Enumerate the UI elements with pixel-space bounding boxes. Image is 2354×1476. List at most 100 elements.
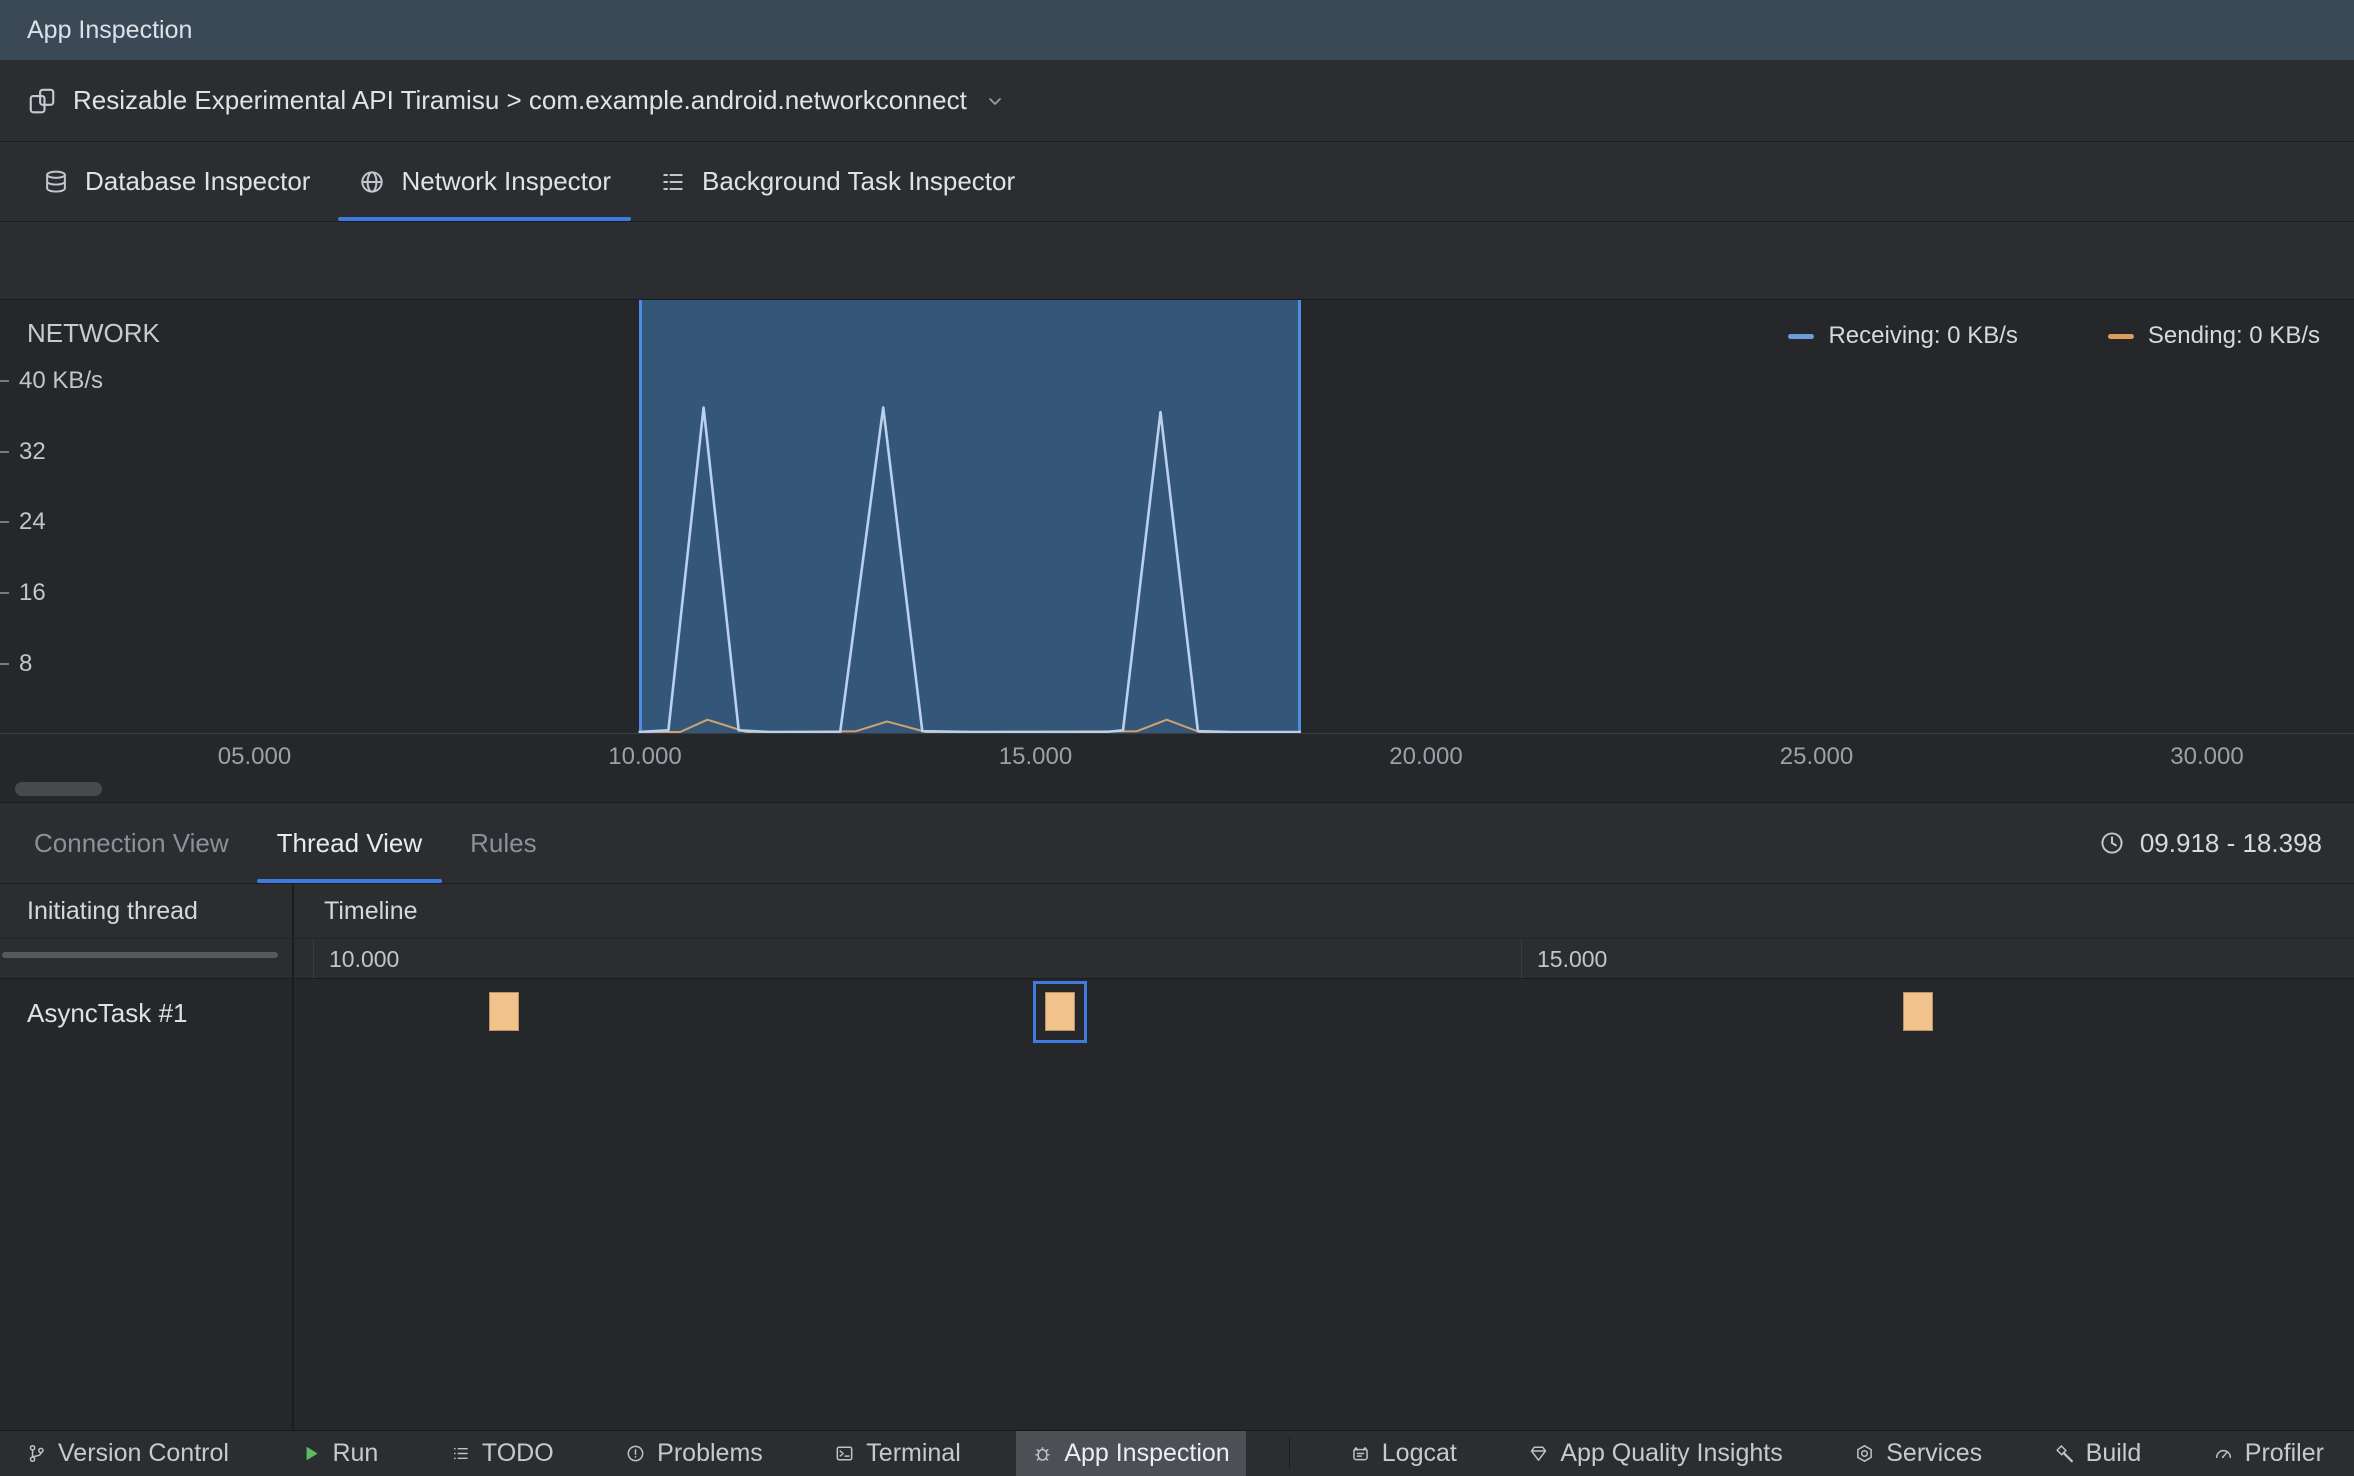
network-event-block[interactable] (489, 992, 520, 1031)
timeline-gridline (1521, 939, 1522, 978)
chart-horizontal-scrollbar[interactable] (15, 782, 102, 796)
statusbar-item-terminal[interactable]: Terminal (818, 1431, 976, 1476)
tab-database-inspector[interactable]: Database Inspector (18, 142, 334, 221)
tab-label: Background Task Inspector (702, 166, 1016, 196)
statusbar-item-label: Problems (657, 1439, 763, 1467)
y-axis-tick: 40 KB/s (0, 366, 103, 396)
tab-label: Database Inspector (85, 166, 311, 196)
statusbar-item-label: Terminal (866, 1439, 961, 1467)
tab-network-inspector[interactable]: Network Inspector (334, 142, 635, 221)
tab-label: Network Inspector (401, 166, 611, 196)
statusbar-item-label: TODO (481, 1439, 554, 1467)
branch-icon (26, 1443, 47, 1464)
toolbar-strip (0, 222, 2354, 300)
network-event-block[interactable] (1902, 992, 1933, 1031)
statusbar-item-todo[interactable]: TODO (434, 1431, 570, 1476)
time-range-label: 09.918 - 18.398 (2139, 827, 2322, 858)
tab-background-task-inspector[interactable]: Background Task Inspector (635, 142, 1039, 221)
device-process-label: Resizable Experimental API Tiramisu > co… (73, 85, 967, 115)
statusbar-item-services[interactable]: Services (1838, 1431, 1998, 1476)
todo-icon (450, 1443, 471, 1464)
chart-legend: Receiving: 0 KB/s Sending: 0 KB/s (1788, 322, 2320, 350)
device-icon (27, 86, 57, 116)
tab-thread-view[interactable]: Thread View (253, 803, 447, 883)
legend-label-receiving: Receiving: 0 KB/s (1828, 322, 2018, 349)
y-axis-tick: 16 (0, 578, 46, 608)
y-axis-tick: 24 (0, 507, 46, 537)
list-icon (659, 168, 687, 196)
chart-title: NETWORK (27, 318, 160, 348)
window-title: App Inspection (27, 15, 193, 44)
statusbar-item-version-control[interactable]: Version Control (10, 1431, 245, 1476)
x-axis-tick: 10.000 (608, 743, 682, 770)
statusbar-item-label: Build (2085, 1439, 2142, 1467)
x-axis-tick: 25.000 (1779, 743, 1854, 770)
thread-timeline-track (294, 979, 2354, 1430)
statusbar-item-logcat[interactable]: Logcat (1334, 1431, 1473, 1476)
legend-sending: Sending: 0 KB/s (2107, 322, 2320, 350)
status-bar: Version Control Run TODO Problems Terminal Ap… (0, 1430, 2354, 1476)
x-axis-tick: 30.000 (2170, 743, 2244, 770)
statusbar-item-label: Profiler (2244, 1439, 2324, 1467)
legend-receiving: Receiving: 0 KB/s (1788, 322, 2018, 350)
network-chart-panel: NETWORK Receiving: 0 KB/s Sending: 0 KB/… (0, 300, 2354, 803)
timeline-tick-label: 15.000 (1537, 946, 1608, 972)
detail-view-tab-bar: Connection View Thread View Rules 09.918… (0, 803, 2354, 884)
statusbar-item-app-inspection[interactable]: App Inspection (1016, 1431, 1246, 1476)
tab-label: Thread View (276, 827, 423, 858)
x-axis-tick: 15.000 (998, 743, 1073, 770)
profiler-icon (2213, 1443, 2234, 1464)
statusbar-item-label: Logcat (1381, 1439, 1457, 1467)
thread-column-scrollbar[interactable] (2, 952, 278, 958)
statusbar-item-app-quality-insights[interactable]: App Quality Insights (1512, 1431, 1798, 1476)
statusbar-item-label: Services (1886, 1439, 1983, 1467)
problems-icon (625, 1443, 646, 1464)
legend-swatch-receiving (1788, 333, 1815, 339)
chevron-down-icon (983, 89, 1007, 113)
build-icon (2054, 1443, 2075, 1464)
tab-connection-view[interactable]: Connection View (10, 803, 253, 883)
tab-label: Rules (470, 827, 537, 858)
inspector-tab-bar: Database Inspector Network Inspector Bac… (0, 142, 2354, 222)
selected-time-range: 09.918 - 18.398 (2098, 803, 2322, 883)
device-process-selector[interactable]: Resizable Experimental API Tiramisu > co… (0, 60, 2354, 142)
services-icon (1854, 1443, 1875, 1464)
timeline-ruler: 10.000 15.000 (0, 938, 2354, 978)
column-header-initiating-thread: Initiating thread (0, 884, 294, 938)
statusbar-item-run[interactable]: Run (284, 1431, 394, 1476)
timeline-tick-label: 10.000 (329, 946, 400, 972)
network-event-block[interactable] (1032, 981, 1087, 1043)
thread-column-scroll-area (0, 939, 294, 978)
y-axis-tick: 32 (0, 437, 46, 467)
app-inspection-icon (1032, 1443, 1053, 1464)
run-icon (300, 1443, 321, 1464)
database-icon (42, 168, 70, 196)
column-header-timeline: Timeline (324, 896, 418, 925)
timeline-gridline (313, 939, 314, 978)
thread-table-header: Initiating thread Timeline (0, 884, 2354, 938)
globe-icon (358, 168, 386, 196)
statusbar-item-label: Version Control (58, 1439, 229, 1467)
x-axis-tick: 05.000 (217, 743, 292, 770)
logcat-icon (1350, 1443, 1371, 1464)
x-axis: 05.000 10.000 15.000 20.000 25.000 30.000 (0, 733, 2354, 778)
app-inspection-window: App Inspection Resizable Experimental AP… (0, 0, 2354, 1476)
statusbar-divider (1289, 1438, 1291, 1469)
thread-table-body: AsyncTask #1 (0, 978, 2354, 1430)
statusbar-item-profiler[interactable]: Profiler (2197, 1431, 2340, 1476)
statusbar-item-label: App Quality Insights (1560, 1439, 1783, 1467)
statusbar-item-build[interactable]: Build (2038, 1431, 2158, 1476)
tab-rules[interactable]: Rules (446, 803, 560, 883)
statusbar-item-label: Run (332, 1439, 379, 1467)
insights-icon (1528, 1443, 1549, 1464)
statusbar-item-problems[interactable]: Problems (609, 1431, 779, 1476)
tool-window-header: App Inspection (0, 0, 2354, 60)
tab-label: Connection View (34, 827, 229, 858)
timeline-tick-row: 10.000 15.000 (294, 939, 2354, 978)
chart-selection-range[interactable] (638, 300, 1301, 733)
thread-row-label[interactable]: AsyncTask #1 (0, 979, 294, 1430)
statusbar-item-label: App Inspection (1064, 1439, 1230, 1467)
legend-label-sending: Sending: 0 KB/s (2147, 322, 2320, 349)
clock-icon (2098, 829, 2126, 857)
legend-swatch-sending (2107, 333, 2134, 339)
